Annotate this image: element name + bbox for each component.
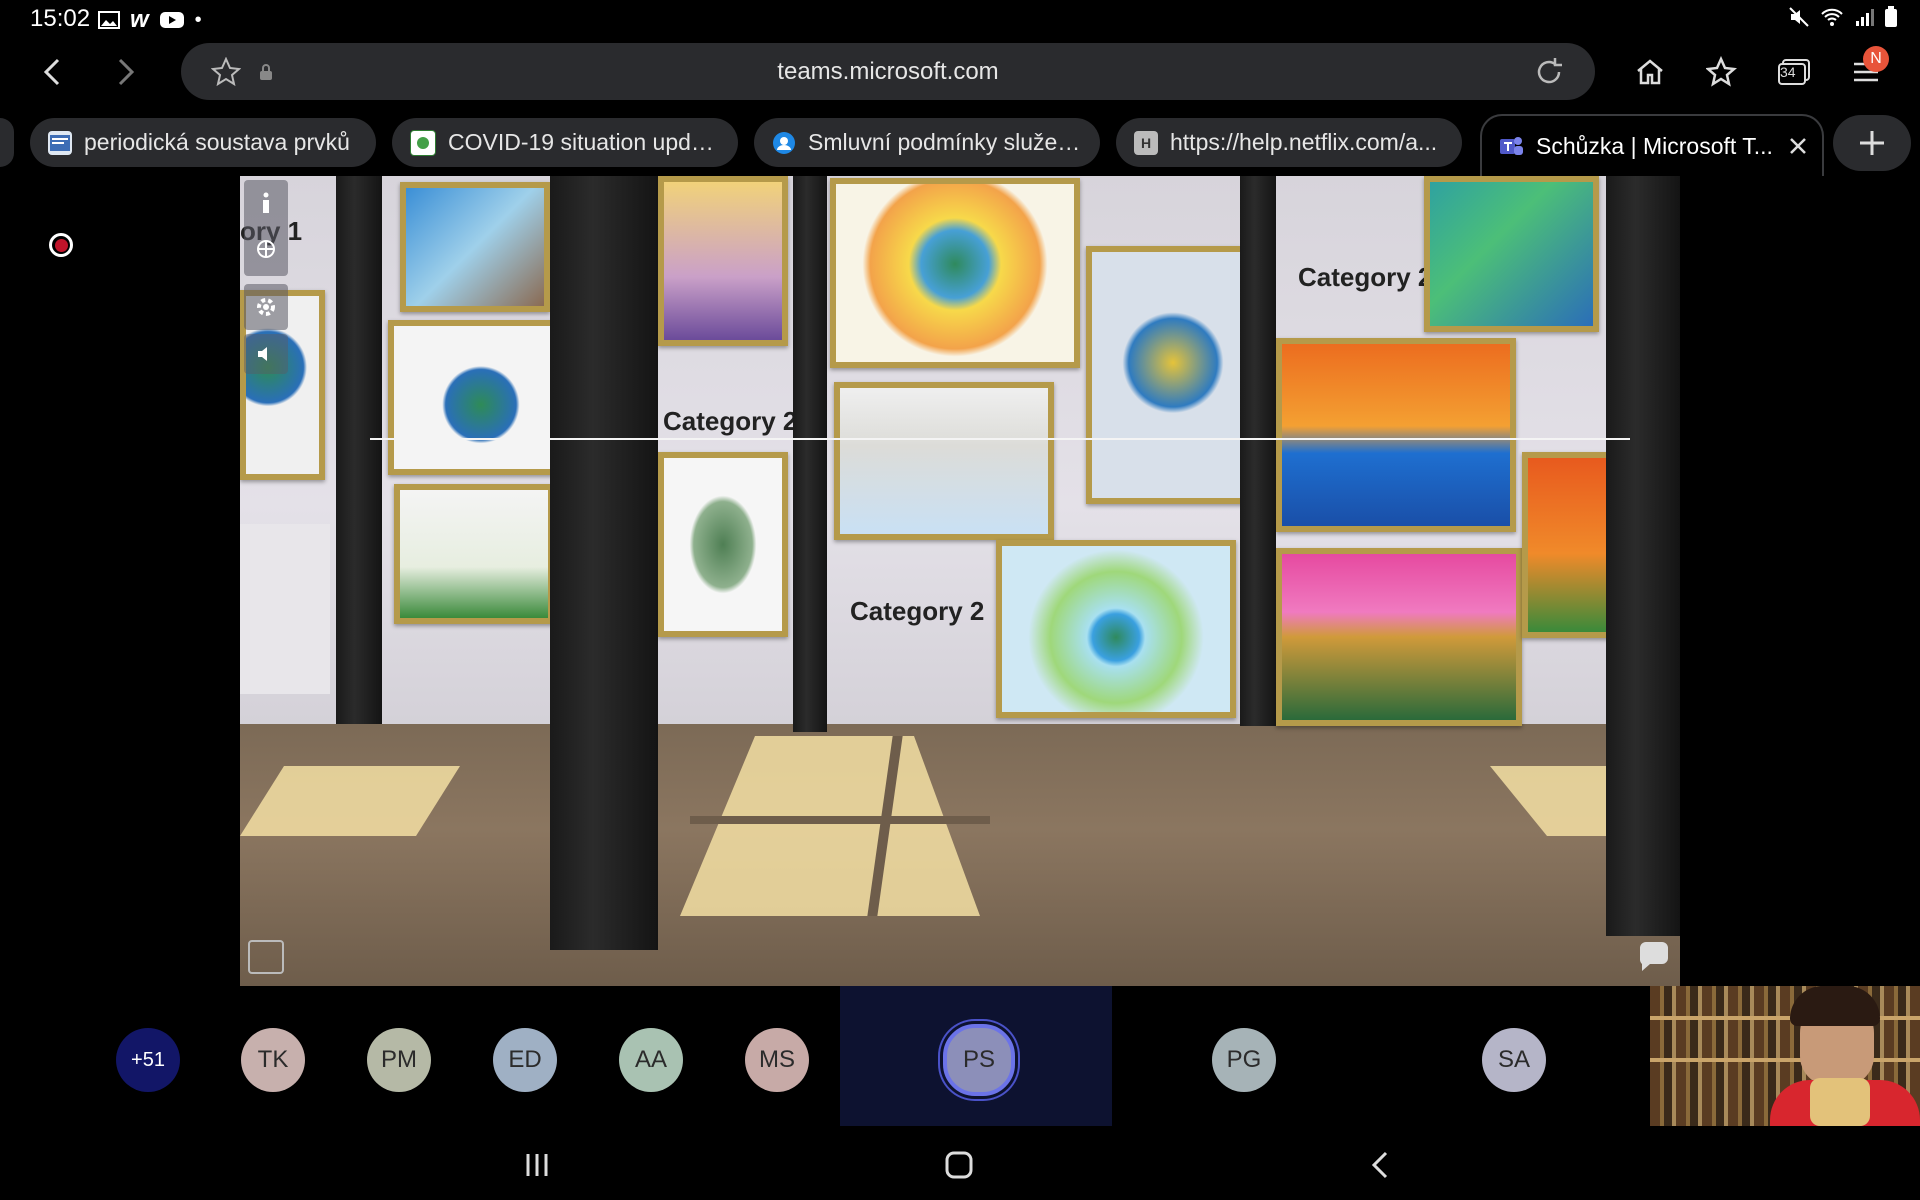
artwork-frame [1086, 246, 1260, 504]
tab-periodic-table[interactable]: periodická soustava prvků [30, 118, 376, 167]
participant-avatar[interactable]: MS [745, 1028, 809, 1092]
move-icon[interactable] [255, 238, 277, 260]
system-icons [1788, 6, 1898, 28]
tab-teams-meeting[interactable]: Schůzka | Microsoft T... [1480, 114, 1824, 176]
forward-button[interactable] [106, 52, 146, 92]
artwork-frame [388, 320, 558, 475]
participant-avatar[interactable]: PM [367, 1028, 431, 1092]
artwork-frame [394, 484, 554, 624]
chat-bubble-icon[interactable] [1636, 940, 1672, 974]
gallery-floor [240, 724, 1680, 986]
info-icon[interactable] [257, 192, 275, 214]
profile-badge: N [1863, 46, 1889, 72]
person-hair [1790, 986, 1880, 1026]
volume-button[interactable] [244, 334, 288, 374]
tab-label: https://help.netflix.com/a... [1170, 129, 1438, 155]
artwork-frame [1276, 338, 1516, 532]
tab-partial[interactable] [0, 118, 14, 167]
home-icon [1637, 59, 1663, 85]
wifi-icon [1821, 8, 1843, 26]
artwork-frame [400, 182, 550, 312]
plus-icon [1860, 131, 1884, 155]
settings-button[interactable] [244, 284, 288, 330]
pillar [1606, 176, 1680, 936]
pillar [793, 176, 827, 732]
tab-label: periodická soustava prvků [84, 129, 350, 155]
self-video-preview[interactable] [1650, 986, 1920, 1126]
youtube-icon [159, 12, 184, 28]
shelf [1650, 1058, 1920, 1062]
teams-favicon-icon [1498, 133, 1524, 159]
status-time: 15:02 [30, 5, 91, 32]
pillar [336, 176, 382, 724]
doc-favicon-icon [48, 130, 72, 155]
artwork-sheet [240, 524, 330, 694]
status-bar [0, 0, 1920, 36]
category-label: Category 2 [1298, 262, 1433, 292]
participant-avatar[interactable]: SA [1482, 1028, 1546, 1092]
tab-netflix-help[interactable]: H https://help.netflix.com/a... [1116, 118, 1462, 167]
artwork-frame [1276, 548, 1522, 726]
signal-icon [1856, 9, 1874, 26]
bookmark-star-icon[interactable] [211, 57, 241, 87]
artwork-frame [834, 382, 1054, 540]
tabs-button[interactable]: 34 [1772, 50, 1816, 94]
chevron-right-icon [118, 58, 135, 86]
address-bar[interactable]: teams.microsoft.com [181, 43, 1595, 100]
close-tab-icon[interactable] [1788, 136, 1808, 156]
pillar [1240, 176, 1276, 726]
map-icon[interactable] [248, 940, 284, 974]
category-label: Category 2 [850, 596, 985, 626]
url-text: teams.microsoft.com [777, 58, 999, 85]
participant-avatar[interactable]: TK [241, 1028, 305, 1092]
covid-favicon-icon [410, 129, 436, 156]
artwork-frame [658, 176, 788, 346]
home-button[interactable] [1628, 50, 1672, 94]
chevron-left-icon [43, 58, 60, 86]
category-label: Category 2 [663, 406, 798, 436]
artwork-frame [996, 540, 1236, 718]
recents-icon[interactable] [522, 1150, 552, 1180]
pillar [550, 176, 658, 950]
artwork-frame [658, 452, 788, 637]
artwork-frame [830, 178, 1080, 368]
reload-icon[interactable] [1533, 56, 1565, 88]
back-button[interactable] [32, 52, 72, 92]
notification-icons: w • [98, 6, 202, 34]
back-nav-icon[interactable] [1366, 1150, 1396, 1180]
terms-favicon-icon [772, 131, 796, 155]
active-speaker-avatar[interactable]: PS [943, 1024, 1015, 1096]
participant-avatar[interactable]: ED [493, 1028, 557, 1092]
bookmarks-star-icon [1706, 56, 1737, 87]
shared-screen[interactable]: ory 1 Category 2 Category 2 Category 2 [240, 176, 1680, 986]
speaker-icon [258, 347, 267, 361]
window-shadow [690, 816, 990, 824]
tab-label: Schůzka | Microsoft T... [1536, 132, 1773, 159]
tab-label: COVID-19 situation updat... [448, 129, 720, 155]
tab-count: 34 [1780, 64, 1796, 80]
viewer-toolbar [244, 180, 288, 276]
recording-indicator-icon [49, 233, 73, 257]
overflow-participants-button[interactable]: +51 [116, 1028, 180, 1092]
home-nav-icon[interactable] [944, 1150, 974, 1180]
bookmarks-button[interactable] [1700, 50, 1744, 94]
mute-icon [1789, 7, 1809, 27]
w-app-icon: w [130, 6, 149, 33]
participant-avatar[interactable]: AA [619, 1028, 683, 1092]
h-favicon-icon: H [1134, 130, 1158, 155]
gear-icon [257, 298, 275, 316]
tab-covid[interactable]: COVID-19 situation updat... [392, 118, 738, 167]
lock-icon [260, 64, 272, 80]
gallery-icon [98, 11, 120, 29]
string-lights [370, 438, 1630, 440]
dot-icon: • [194, 8, 202, 31]
participant-avatar[interactable]: PG [1212, 1028, 1276, 1092]
tab-terms[interactable]: Smluvní podmínky služeb... [754, 118, 1100, 167]
new-tab-button[interactable] [1833, 115, 1911, 171]
battery-icon [1885, 6, 1897, 27]
tab-label: Smluvní podmínky služeb... [808, 129, 1082, 155]
person-scarf [1810, 1078, 1870, 1126]
artwork-frame [1424, 176, 1599, 332]
